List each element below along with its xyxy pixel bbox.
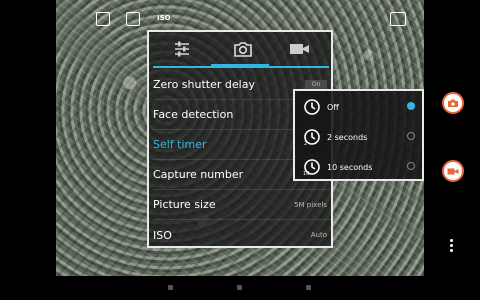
timer-radio-selected[interactable] [407, 102, 415, 110]
iso-icon-label: ISO [157, 14, 171, 22]
video-icon [447, 168, 459, 174]
timer-clock-icon: 2 [304, 129, 320, 146]
overflow-menu-icon[interactable] [450, 237, 454, 254]
timer-option-label: 10 seconds [327, 162, 373, 172]
self-timer-popup: Off 2 2 seconds 10 10 seconds [293, 89, 424, 181]
timer-clock-icon [304, 99, 320, 115]
flash-icon[interactable] [390, 12, 406, 26]
timer-option-label: Off [327, 102, 339, 112]
back-icon[interactable] [168, 285, 173, 290]
setting-label: Face detection [153, 108, 234, 121]
active-tab-indicator [211, 64, 269, 68]
setting-value: Auto [310, 231, 327, 239]
iso-icon[interactable]: ISO [157, 14, 171, 22]
setting-value: 5M pixels [294, 200, 327, 209]
sliders-icon[interactable] [173, 40, 191, 62]
clock-badge: 10 [303, 171, 309, 176]
setting-label: Self timer [153, 138, 207, 151]
setting-row-picture-size[interactable]: Picture size 5M pixels [153, 190, 331, 220]
timer-option-off[interactable]: Off [303, 93, 419, 121]
setting-label: Capture number [153, 168, 244, 181]
camera-icon [448, 99, 458, 107]
video-record-button[interactable] [442, 160, 464, 182]
timer-radio[interactable] [407, 162, 415, 170]
timer-clock-icon: 10 [303, 159, 320, 176]
zero-shutter-delay-toggle[interactable]: On [305, 79, 327, 90]
video-icon[interactable] [289, 40, 311, 62]
recent-apps-icon[interactable] [306, 285, 311, 290]
setting-label: Zero shutter delay [153, 78, 255, 91]
photo-capture-button[interactable] [442, 92, 464, 114]
clock-badge: 2 [304, 141, 307, 146]
settings-tabs [149, 32, 331, 70]
camera-icon[interactable] [233, 40, 253, 62]
timer-option-label: 2 seconds [327, 132, 368, 142]
timer-radio[interactable] [407, 132, 415, 140]
setting-label: ISO [153, 228, 172, 242]
white-balance-icon[interactable] [126, 12, 140, 26]
setting-row-iso[interactable]: ISO Auto [153, 220, 331, 250]
timer-option-2-seconds[interactable]: 2 2 seconds [303, 123, 419, 151]
timer-option-10-seconds[interactable]: 10 10 seconds [303, 153, 419, 181]
home-icon[interactable] [237, 285, 242, 290]
exposure-icon[interactable] [96, 12, 110, 26]
setting-label: Picture size [153, 198, 216, 211]
